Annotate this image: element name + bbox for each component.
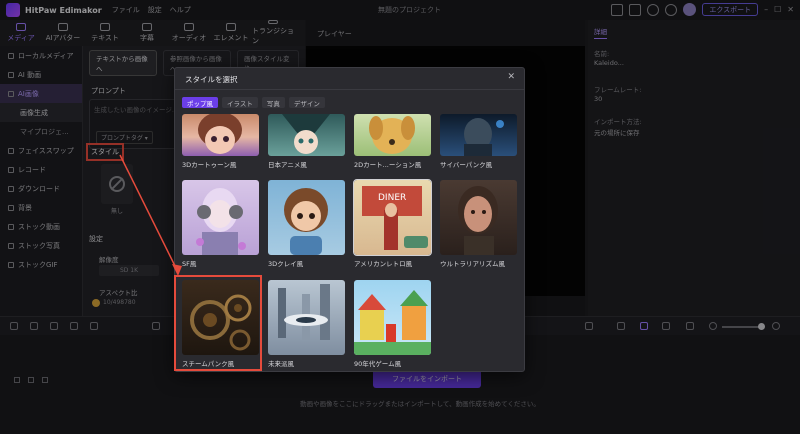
style-label: 3Dクレイ風	[268, 260, 304, 268]
tab-illustration[interactable]: イラスト	[222, 97, 258, 108]
style-card-90s-game[interactable]: 90年代ゲーム風	[354, 280, 431, 368]
style-category-tabs: ポップ風 イラスト 写真 デザイン	[182, 97, 325, 108]
style-thumbnail: DINER	[353, 179, 432, 256]
style-card-sf[interactable]: SF風	[182, 180, 259, 268]
style-card-american-retro[interactable]: DINER アメリカンレトロ風	[353, 179, 432, 268]
style-card-cyberpunk[interactable]: サイバーパンク風	[440, 114, 517, 169]
close-icon[interactable]: ✕	[507, 72, 515, 82]
style-card-ultra-realism[interactable]: ウルトラリアリズム風	[440, 180, 517, 268]
style-label: アメリカンレトロ風	[354, 260, 413, 268]
style-thumbnail	[268, 180, 345, 255]
tab-photo[interactable]: 写真	[261, 97, 285, 108]
style-thumbnail	[182, 180, 259, 255]
tab-pop[interactable]: ポップ風	[182, 97, 218, 108]
style-thumbnail	[268, 280, 345, 355]
highlight-steampunk	[174, 275, 262, 371]
style-card-futurism[interactable]: 未来派風	[268, 280, 345, 368]
divider	[175, 89, 524, 90]
style-label: 未来派風	[268, 360, 294, 368]
style-thumbnail	[354, 114, 431, 156]
style-label: 90年代ゲーム風	[354, 360, 402, 368]
style-thumbnail	[354, 280, 431, 355]
style-thumbnail	[268, 114, 345, 156]
style-label: サイバーパンク風	[440, 161, 493, 169]
style-label: SF風	[182, 260, 197, 268]
style-label: ウルトラリアリズム風	[440, 260, 505, 268]
style-thumbnail	[182, 114, 259, 156]
style-label: 日本アニメ風	[268, 161, 307, 169]
style-thumbnail	[440, 180, 517, 255]
style-card-3d-cartoon[interactable]: 3Dカートゥーン風	[182, 114, 259, 169]
tab-design[interactable]: デザイン	[288, 97, 325, 108]
style-thumbnail	[440, 114, 517, 156]
style-label: 2Dカート...ーション風	[354, 161, 422, 169]
style-card-anime[interactable]: 日本アニメ風	[268, 114, 345, 169]
dialog-title: スタイルを選択	[185, 75, 238, 84]
style-card-3d-clay[interactable]: 3Dクレイ風	[268, 180, 345, 268]
style-label: 3Dカートゥーン風	[182, 161, 237, 169]
svg-text:DINER: DINER	[378, 193, 406, 203]
style-card-2d-cartoon[interactable]: 2Dカート...ーション風	[354, 114, 431, 169]
